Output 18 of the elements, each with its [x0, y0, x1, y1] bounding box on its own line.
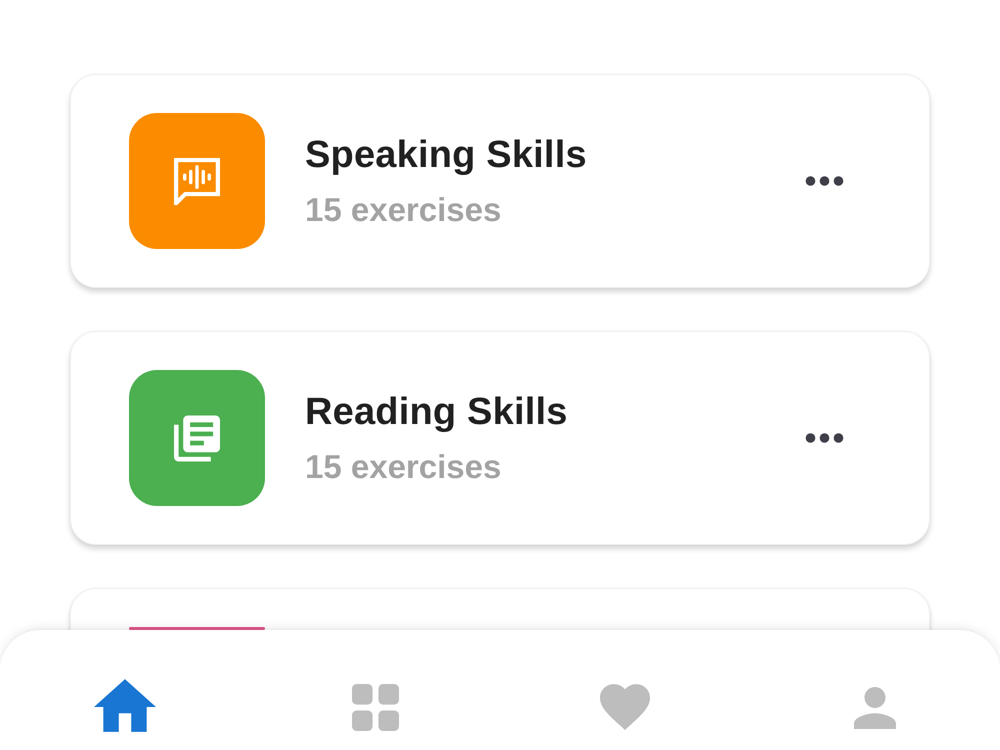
exercise-card[interactable]: Speaking Skills 15 exercises	[70, 74, 930, 288]
more-options-button[interactable]	[805, 433, 844, 443]
exercise-card[interactable]	[70, 588, 930, 630]
exercise-count: 15 exercises	[305, 191, 502, 229]
nav-tab[interactable]	[94, 679, 156, 732]
exercise-card[interactable]: Reading Skills 15 exercises	[70, 331, 930, 545]
heart-icon	[600, 684, 650, 730]
card-title: Reading Skills	[305, 390, 568, 434]
more-dots-icon	[805, 433, 844, 443]
person-icon	[854, 687, 896, 729]
home-icon	[94, 679, 156, 732]
grid-icon	[352, 684, 398, 731]
exercise-count: 15 exercises	[305, 448, 502, 486]
speech-bubble-waveform-icon	[174, 158, 220, 204]
stacked-documents-icon	[174, 414, 220, 462]
more-options-button[interactable]	[805, 176, 844, 186]
more-dots-icon	[805, 176, 844, 186]
card-title: Speaking Skills	[305, 133, 587, 177]
